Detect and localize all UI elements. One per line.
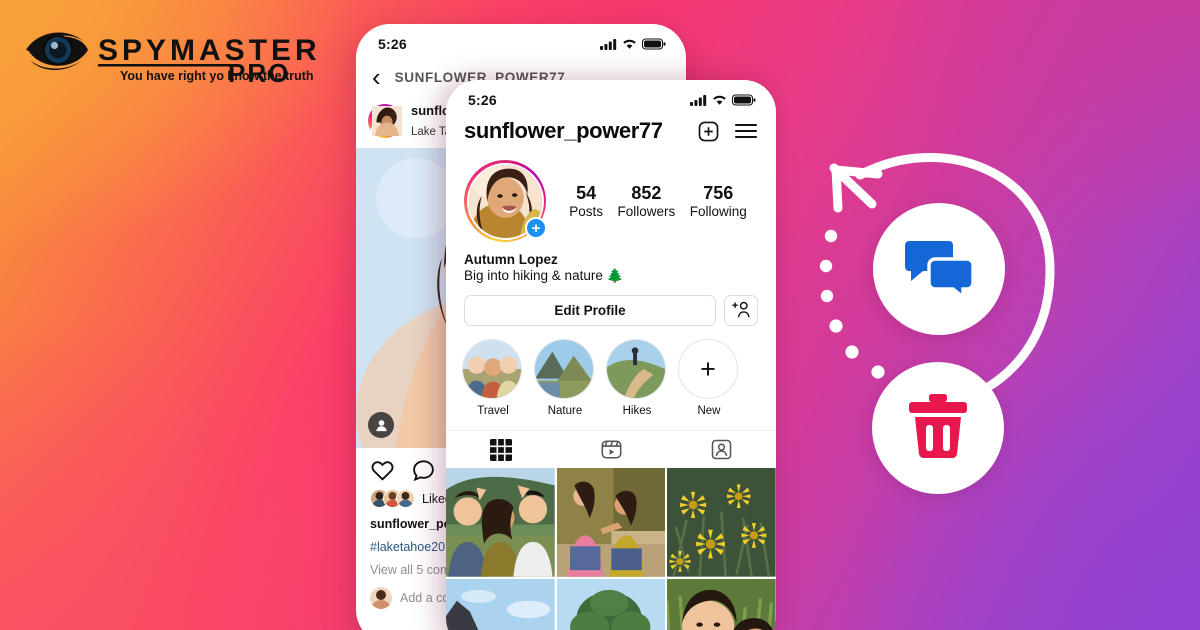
signal-bars-icon xyxy=(690,94,707,106)
profile-bio: Autumn Lopez Big into hiking & nature 🌲 xyxy=(446,242,776,284)
highlight-label: Nature xyxy=(547,405,583,417)
logo-wordmark-pro: PRO xyxy=(228,58,290,86)
battery-icon xyxy=(732,94,756,106)
grid-post[interactable] xyxy=(667,468,776,577)
deleted-items-button[interactable] xyxy=(872,362,1004,494)
plus-box-icon[interactable] xyxy=(697,120,720,143)
liked-by-avatars xyxy=(370,489,415,508)
current-user-avatar xyxy=(370,587,392,610)
signal-bars-icon xyxy=(600,38,617,50)
stats-group: 54 Posts 852 Followers 756 Following xyxy=(546,183,758,219)
comment-icon[interactable] xyxy=(411,458,436,483)
add-person-button[interactable] xyxy=(724,295,758,326)
stat-posts[interactable]: 54 Posts xyxy=(569,183,603,219)
add-person-icon xyxy=(731,301,751,321)
avatar xyxy=(396,489,415,508)
profile-tabs xyxy=(446,430,776,468)
page-title: sunflower_power77 xyxy=(464,118,663,143)
grid-post[interactable] xyxy=(556,468,666,577)
post-author-avatar[interactable] xyxy=(368,104,404,142)
stat-label: Following xyxy=(689,203,747,219)
stat-followers[interactable]: 852 Followers xyxy=(617,183,675,219)
status-time: 5:26 xyxy=(378,36,407,52)
stat-value: 852 xyxy=(631,183,662,204)
tagged-icon xyxy=(710,438,733,461)
hamburger-menu-icon[interactable] xyxy=(734,121,758,141)
edit-profile-button[interactable]: Edit Profile xyxy=(464,295,716,326)
plus-icon: + xyxy=(678,339,738,399)
chevron-left-icon[interactable]: ‹ xyxy=(372,64,381,90)
highlight-thumb xyxy=(606,339,666,399)
reels-tab[interactable] xyxy=(556,431,666,468)
phone-front-profile-screen: 5:26 sunflower_power77 + 54 Posts 852 Fo… xyxy=(446,80,776,630)
trash-icon xyxy=(909,393,967,463)
highlight-label: Hikes xyxy=(622,405,652,417)
tagged-people-icon[interactable] xyxy=(368,412,394,438)
profile-display-name: Autumn Lopez xyxy=(464,252,558,267)
stat-following[interactable]: 756 Following xyxy=(690,183,747,219)
spymaster-pro-logo: SPYMASTER You have right yo know the tru… xyxy=(24,20,324,86)
grid-post[interactable] xyxy=(446,468,555,577)
grid-post[interactable] xyxy=(446,578,555,630)
highlight-thumb xyxy=(462,339,522,399)
profile-header: sunflower_power77 xyxy=(446,114,776,150)
highlight-travel[interactable]: Travel xyxy=(462,339,524,417)
profile-stats-row: + 54 Posts 852 Followers 756 Following xyxy=(446,150,776,242)
stat-label: Posts xyxy=(569,203,603,219)
profile-buttons: Edit Profile xyxy=(446,284,776,326)
highlight-nature[interactable]: Nature xyxy=(534,339,596,417)
reels-icon xyxy=(600,438,623,461)
eye-icon xyxy=(26,32,88,71)
profile-avatar[interactable]: + xyxy=(464,160,547,242)
stat-value: 756 xyxy=(703,183,734,204)
highlight-label: New xyxy=(697,405,721,417)
profile-photo-grid xyxy=(446,468,776,630)
highlight-new[interactable]: + New xyxy=(678,339,740,417)
grid-post[interactable] xyxy=(667,578,776,630)
stat-label: Followers xyxy=(617,203,676,219)
stat-value: 54 xyxy=(576,183,597,204)
grid-icon xyxy=(490,438,512,461)
highlight-label: Travel xyxy=(477,405,509,417)
highlight-hikes[interactable]: Hikes xyxy=(606,339,668,417)
grid-tab[interactable] xyxy=(446,431,556,468)
add-story-badge[interactable]: + xyxy=(525,217,547,239)
heart-icon[interactable] xyxy=(370,458,395,483)
grid-post[interactable] xyxy=(556,578,666,630)
profile-description: Big into hiking & nature 🌲 xyxy=(464,268,624,283)
story-highlights: Travel Nature Hikes + New xyxy=(446,326,776,417)
status-time: 5:26 xyxy=(468,92,497,108)
wifi-icon xyxy=(622,38,637,50)
highlight-thumb xyxy=(534,339,594,399)
wifi-icon xyxy=(712,94,727,106)
status-bar-front: 5:26 xyxy=(446,80,776,114)
battery-icon xyxy=(642,38,666,50)
tagged-tab[interactable] xyxy=(666,431,776,468)
chat-bubbles-icon xyxy=(905,237,975,302)
status-bar-back: 5:26 xyxy=(356,24,686,58)
recover-messages-button[interactable] xyxy=(873,203,1005,335)
